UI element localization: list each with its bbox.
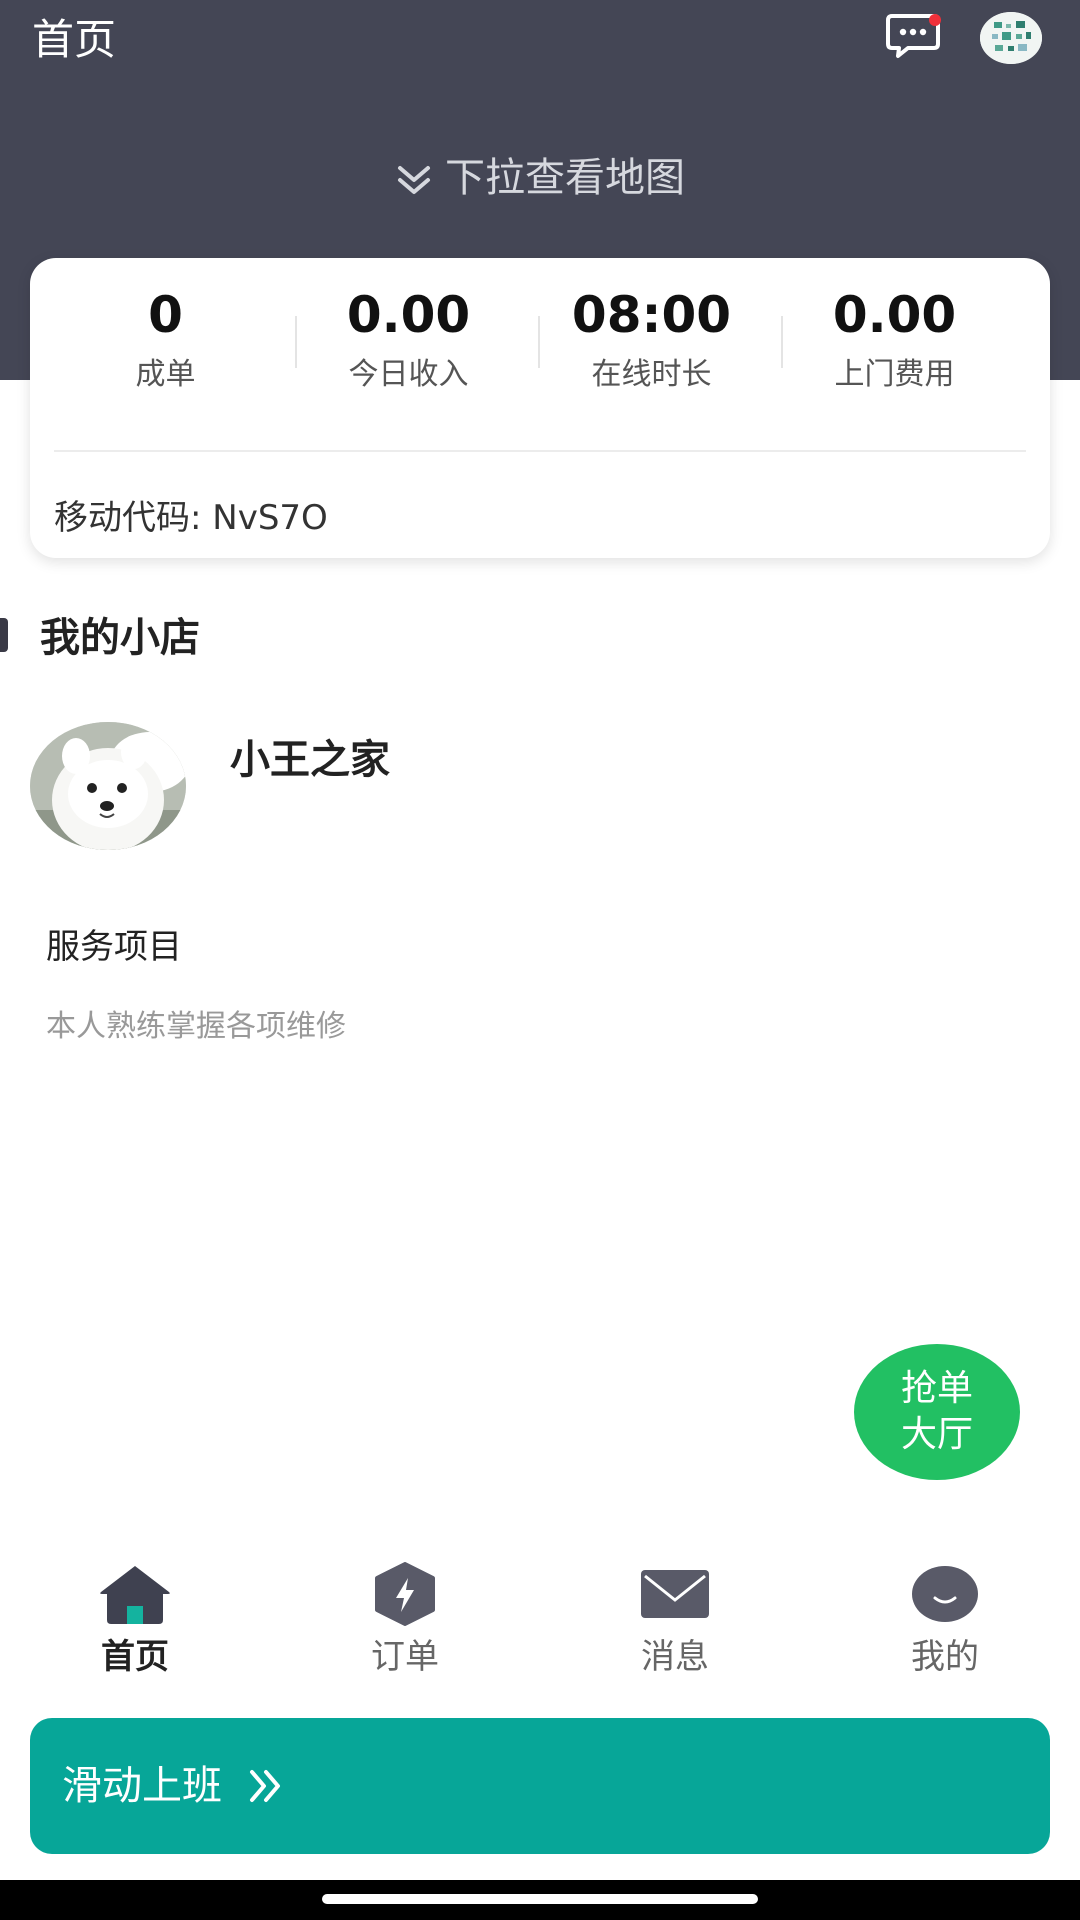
shop-avatar[interactable] [30, 722, 186, 850]
notification-dot [929, 14, 941, 26]
smiley-icon [912, 1566, 978, 1622]
tab-label: 订单 [371, 1637, 439, 1677]
stat-label: 今日收入 [348, 357, 469, 392]
section-accent-bar [0, 618, 8, 652]
slide-to-start-work[interactable]: 滑动上班 [30, 1718, 1050, 1854]
tab-label: 首页 [101, 1637, 169, 1677]
stat-label: 在线时长 [591, 357, 712, 392]
service-description: 本人熟练掌握各项维修 [46, 1009, 346, 1044]
avatar[interactable] [980, 12, 1042, 64]
double-chevron-down-icon [398, 166, 430, 194]
bottom-tab-bar: 首页 订单 消息 我的 [0, 1550, 1080, 1700]
stat-label: 上门费用 [834, 357, 955, 392]
qr-avatar-icon [980, 12, 1042, 64]
tab-label: 我的 [911, 1637, 979, 1677]
section-title: 我的小店 [40, 615, 200, 661]
slide-label: 滑动上班 [62, 1763, 222, 1809]
pull-down-map-hint[interactable]: 下拉查看地图 [0, 148, 1080, 208]
stat-value: 0.00 [832, 286, 957, 344]
stat-visit-fee: 0.00 上门费用 [773, 280, 1016, 398]
stat-today-income: 0.00 今日收入 [287, 280, 530, 398]
tab-label: 消息 [641, 1637, 709, 1677]
grab-order-hall-button[interactable]: 抢单 大厅 [854, 1344, 1020, 1480]
stat-value: 0.00 [346, 286, 471, 344]
tab-messages[interactable]: 消息 [540, 1550, 810, 1682]
stats-card: 0 成单 0.00 今日收入 08:00 在线时长 0.00 上门费用 移动代码… [30, 258, 1050, 558]
home-indicator[interactable] [322, 1894, 758, 1904]
page-title: 首页 [32, 15, 117, 64]
stat-value: 08:00 [571, 286, 732, 344]
pull-hint-label: 下拉查看地图 [445, 155, 685, 201]
stat-value: 0 [148, 286, 183, 344]
mobile-code: 移动代码: NvS7O [54, 498, 328, 538]
dog-photo-icon [30, 722, 186, 850]
stat-label: 成单 [135, 357, 196, 392]
grab-button-line2: 大厅 [900, 1414, 973, 1455]
stat-orders: 0 成单 [44, 280, 287, 398]
tab-home[interactable]: 首页 [0, 1550, 270, 1682]
order-lightning-icon [375, 1562, 435, 1626]
envelope-icon [641, 1570, 709, 1618]
service-title: 服务项目 [46, 927, 182, 967]
grab-button-line1: 抢单 [900, 1368, 973, 1409]
stat-online-time: 08:00 在线时长 [530, 280, 773, 398]
card-divider [54, 450, 1026, 452]
tab-orders[interactable]: 订单 [270, 1550, 540, 1682]
home-icon [100, 1566, 170, 1624]
tab-profile[interactable]: 我的 [810, 1550, 1080, 1682]
double-chevron-right-icon [250, 1770, 280, 1802]
shop-name: 小王之家 [230, 737, 390, 783]
